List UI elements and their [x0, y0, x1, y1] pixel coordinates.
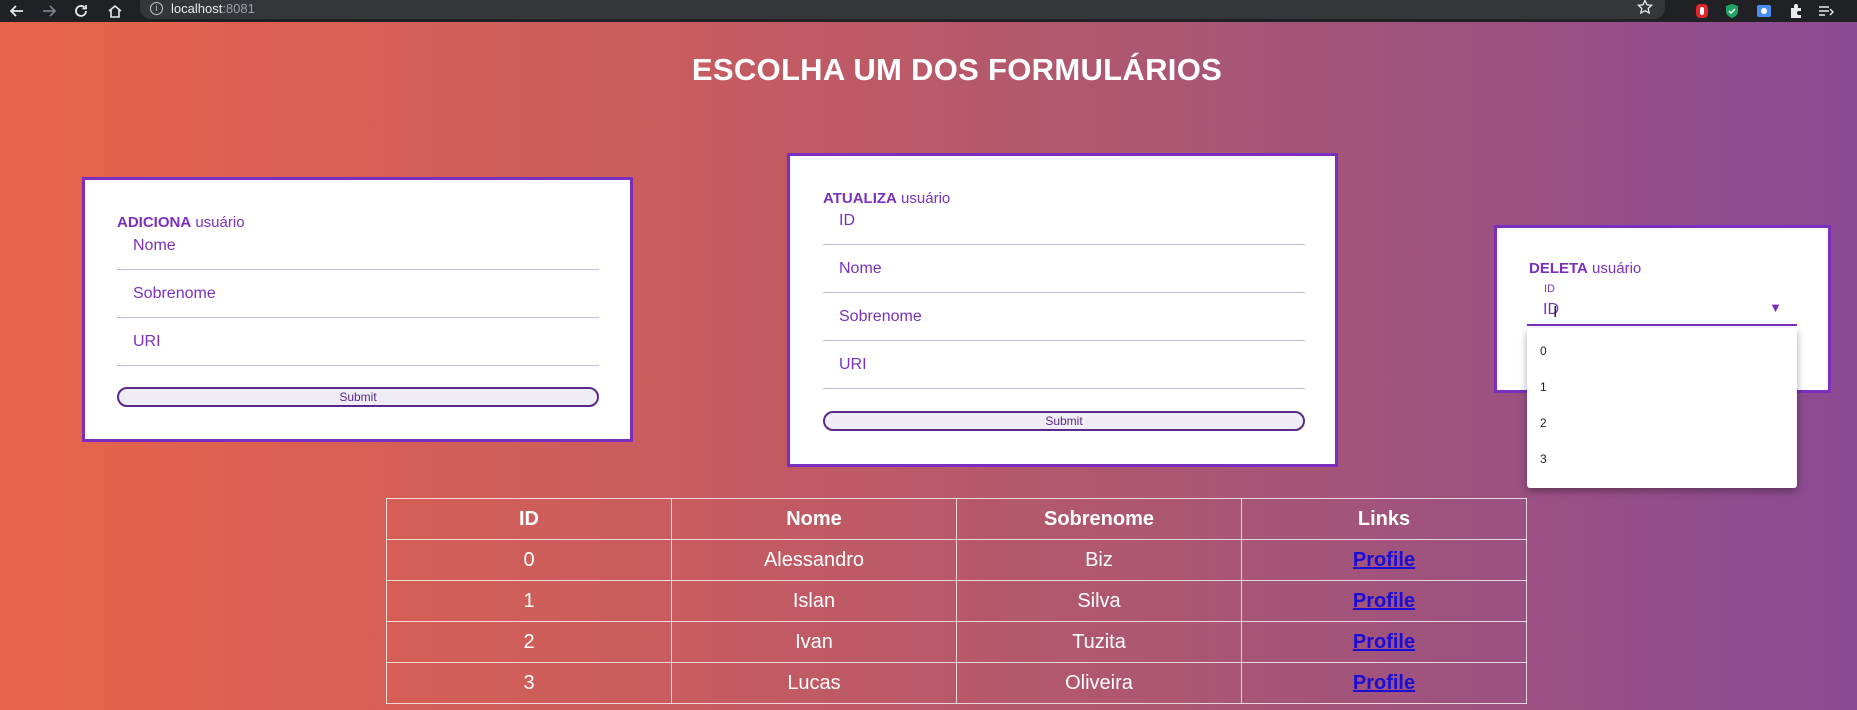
update-user-form: ATUALIZA usuário Submit	[787, 153, 1338, 467]
header-sobrenome: Sobrenome	[956, 498, 1242, 540]
cell-links: Profile	[1241, 539, 1527, 581]
add-uri-input[interactable]	[117, 318, 599, 365]
reload-icon[interactable]	[70, 1, 92, 21]
bookmark-star-icon[interactable]	[1636, 0, 1654, 18]
cell-id: 2	[386, 621, 672, 663]
profile-link[interactable]: Profile	[1353, 590, 1415, 612]
home-icon[interactable]	[104, 1, 126, 21]
cell-id: 1	[386, 580, 672, 622]
update-id-field	[823, 197, 1305, 245]
add-nome-field	[117, 222, 599, 270]
delete-select-label: ID	[1544, 283, 1555, 295]
delete-form-title-rest: usuário	[1587, 260, 1642, 277]
update-uri-input[interactable]	[823, 341, 1305, 388]
site-info-icon[interactable]: i	[150, 2, 163, 15]
update-uri-field	[823, 341, 1305, 389]
dropdown-option[interactable]: 0	[1540, 344, 1547, 358]
cell-id: 3	[386, 662, 672, 704]
delete-id-select[interactable]: ID ID ▼	[1527, 280, 1797, 326]
forward-icon[interactable]	[38, 1, 60, 21]
update-sobrenome-input[interactable]	[823, 293, 1305, 340]
add-nome-input[interactable]	[117, 222, 599, 269]
add-sobrenome-field	[117, 270, 599, 318]
add-sobrenome-input[interactable]	[117, 270, 599, 317]
update-submit-button[interactable]: Submit	[823, 411, 1305, 431]
add-submit-button[interactable]: Submit	[117, 387, 599, 407]
delete-id-dropdown: 0 1 2 3	[1527, 328, 1797, 488]
table-header-row: ID Nome Sobrenome Links	[386, 498, 1527, 540]
add-uri-field	[117, 318, 599, 366]
update-nome-field	[823, 245, 1305, 293]
cell-links: Profile	[1241, 621, 1527, 663]
table-row: 0 Alessandro Biz Profile	[386, 539, 1527, 581]
update-id-input[interactable]	[823, 197, 1305, 244]
extensions-puzzle-icon[interactable]	[1787, 2, 1805, 20]
cell-sobrenome: Biz	[956, 539, 1242, 581]
extension-red-icon[interactable]	[1693, 2, 1711, 20]
dropdown-option[interactable]: 1	[1540, 380, 1547, 394]
cell-id: 0	[386, 539, 672, 581]
cell-links: Profile	[1241, 662, 1527, 704]
text-cursor-icon: I	[1553, 304, 1558, 321]
extension-screen-icon[interactable]	[1755, 2, 1773, 20]
cell-nome: Alessandro	[671, 539, 957, 581]
dropdown-option[interactable]: 2	[1540, 416, 1547, 430]
header-links: Links	[1241, 498, 1527, 540]
cell-nome: Lucas	[671, 662, 957, 704]
cell-sobrenome: Silva	[956, 580, 1242, 622]
header-nome: Nome	[671, 498, 957, 540]
reading-list-icon[interactable]	[1817, 2, 1835, 20]
delete-form-title: DELETA usuário	[1529, 260, 1641, 277]
profile-link[interactable]: Profile	[1353, 672, 1415, 694]
url-host: localhost	[171, 1, 223, 16]
table-row: 3 Lucas Oliveira Profile	[386, 662, 1527, 704]
browser-toolbar: i localhost:8081	[0, 0, 1857, 22]
address-bar[interactable]: i localhost:8081	[140, 0, 1665, 19]
back-icon[interactable]	[6, 1, 28, 21]
cell-sobrenome: Tuzita	[956, 621, 1242, 663]
cell-nome: Islan	[671, 580, 957, 622]
delete-form-title-bold: DELETA	[1529, 260, 1588, 277]
update-sobrenome-field	[823, 293, 1305, 341]
table-row: 2 Ivan Tuzita Profile	[386, 621, 1527, 663]
users-table: ID Nome Sobrenome Links 0 Alessandro Biz…	[386, 498, 1527, 704]
table-row: 1 Islan Silva Profile	[386, 580, 1527, 622]
header-id: ID	[386, 498, 672, 540]
extension-shield-icon[interactable]	[1723, 2, 1741, 20]
page-background: ESCOLHA UM DOS FORMULÁRIOS ADICIONA usuá…	[0, 22, 1857, 710]
profile-link[interactable]: Profile	[1353, 631, 1415, 653]
profile-link[interactable]: Profile	[1353, 549, 1415, 571]
dropdown-option[interactable]: 3	[1540, 452, 1547, 466]
url-port: :8081	[222, 1, 255, 16]
update-nome-input[interactable]	[823, 245, 1305, 292]
chevron-down-icon: ▼	[1769, 300, 1782, 315]
page-title: ESCOLHA UM DOS FORMULÁRIOS	[691, 52, 1223, 87]
cell-sobrenome: Oliveira	[956, 662, 1242, 704]
cell-nome: Ivan	[671, 621, 957, 663]
cell-links: Profile	[1241, 580, 1527, 622]
add-user-form: ADICIONA usuário Submit	[82, 177, 633, 442]
